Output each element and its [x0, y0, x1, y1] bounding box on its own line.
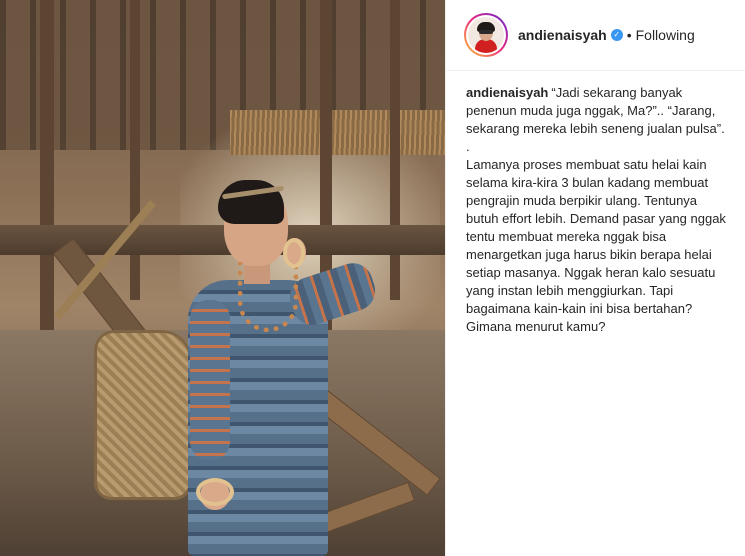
avatar[interactable] — [464, 13, 508, 57]
post-caption: andienaisyah “Jadi sekarang banyak penenu… — [466, 84, 728, 336]
avatar-glasses — [479, 30, 493, 34]
photo-thatch — [230, 110, 445, 155]
avatar-frame — [466, 15, 506, 55]
photo-beam — [130, 0, 140, 300]
caption-paragraph: andienaisyah “Jadi sekarang banyak penenu… — [466, 84, 728, 138]
avatar-image — [468, 17, 504, 53]
caption-text: Lamanya proses membuat satu helai kain s… — [466, 157, 726, 334]
photo-basket — [94, 330, 192, 500]
photo-bangle — [283, 238, 305, 268]
verified-badge-icon: ✓ — [610, 29, 623, 41]
instagram-post: andienaisyah ✓ • Following andienaisyah “… — [0, 0, 745, 556]
photo-necklace — [238, 262, 298, 332]
photo-beam — [390, 0, 400, 300]
post-photo[interactable] — [0, 0, 445, 556]
caption-username[interactable]: andienaisyah — [466, 85, 548, 100]
header-separator: • — [626, 27, 632, 43]
photo-bangle — [196, 478, 234, 506]
photo-arm — [190, 300, 230, 460]
avatar-shirt — [475, 39, 497, 53]
caption-separator: . — [466, 139, 470, 154]
photo-beam — [40, 0, 54, 330]
author-username[interactable]: andienaisyah — [518, 27, 607, 43]
post-header: andienaisyah ✓ • Following — [446, 0, 745, 71]
post-side-panel: andienaisyah ✓ • Following andienaisyah “… — [445, 0, 745, 556]
following-button[interactable]: Following — [636, 27, 695, 43]
